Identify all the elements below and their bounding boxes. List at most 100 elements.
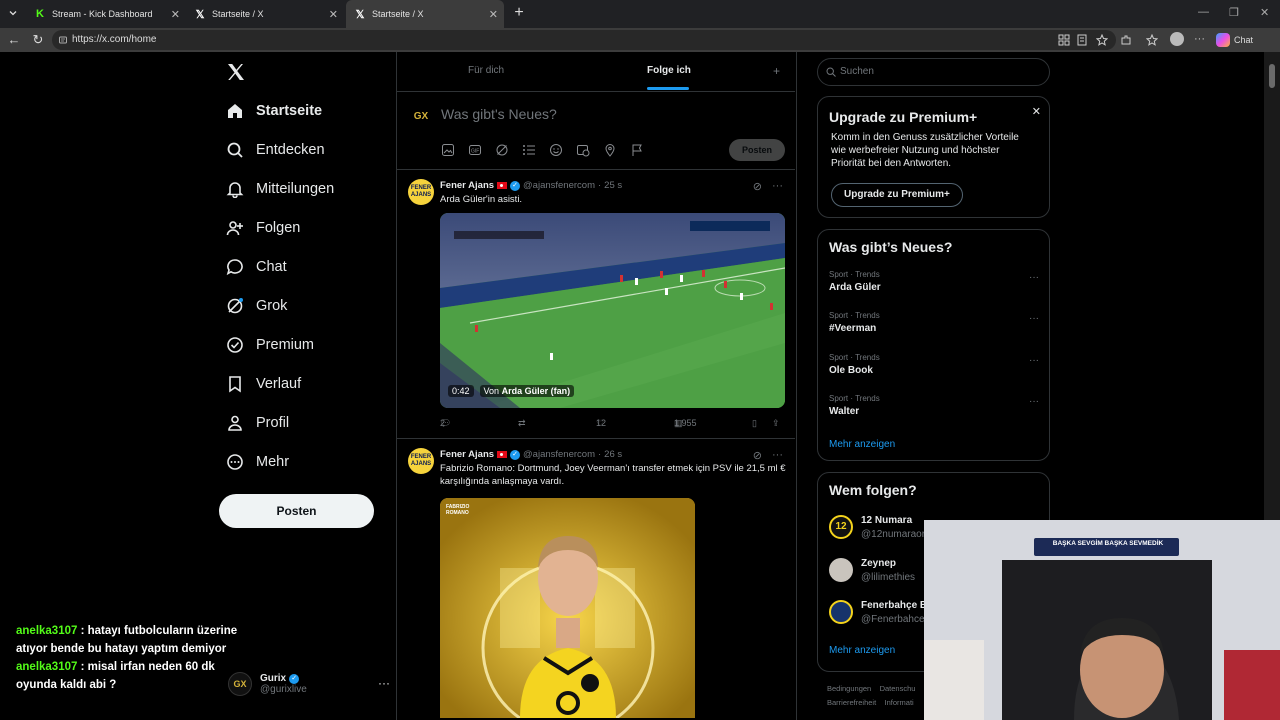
- browser-tab-kick[interactable]: K Stream - Kick Dashboard ✕: [26, 0, 186, 28]
- poll-icon[interactable]: [522, 143, 536, 157]
- emoji-icon[interactable]: [549, 143, 563, 157]
- x-icon: 𝕏: [355, 8, 365, 21]
- nav-item-folgen[interactable]: Folgen: [224, 216, 300, 240]
- trend-item[interactable]: Sport · Trends Ole Book ···: [829, 353, 1039, 376]
- footer-link[interactable]: Bedingungen: [827, 684, 871, 693]
- nav-item-mehr[interactable]: Mehr: [224, 450, 289, 474]
- nav-item-verlauf[interactable]: Verlauf: [224, 372, 301, 396]
- bookmark-icon[interactable]: ▯: [752, 418, 757, 429]
- apps-icon[interactable]: [1058, 34, 1070, 46]
- browser-tab-x-1[interactable]: 𝕏 Startseite / X ✕: [186, 0, 344, 28]
- maximize-icon[interactable]: ❐: [1229, 6, 1239, 19]
- show-more-link[interactable]: Mehr anzeigen: [829, 439, 895, 450]
- more-icon[interactable]: ···: [1029, 272, 1039, 283]
- account-name: Gurix: [260, 673, 287, 684]
- share-icon[interactable]: ⇪: [772, 418, 780, 429]
- footer-link[interactable]: Datenschu: [880, 684, 916, 693]
- tab-folge-ich[interactable]: Folge ich: [647, 52, 691, 92]
- more-icon[interactable]: ···: [772, 449, 783, 462]
- profile-icon: [224, 412, 246, 434]
- grok-icon[interactable]: ⊘: [753, 449, 762, 462]
- scroll-thumb[interactable]: [1269, 64, 1275, 88]
- profile-avatar-icon[interactable]: [1170, 32, 1184, 46]
- minimize-icon[interactable]: —: [1198, 6, 1209, 18]
- x-logo-icon[interactable]: [226, 62, 246, 82]
- close-icon[interactable]: ✕: [489, 8, 498, 21]
- schedule-icon[interactable]: [576, 143, 590, 157]
- compose-box: GX Was gibt's Neues? GIF Posten: [397, 93, 795, 170]
- address-bar[interactable]: https://x.com/home: [52, 30, 1116, 50]
- favorite-star-icon[interactable]: [1096, 34, 1108, 46]
- video-duration: 0:42: [448, 385, 474, 397]
- more-icon[interactable]: ···: [378, 676, 390, 690]
- close-icon[interactable]: ✕: [1032, 105, 1041, 118]
- close-icon[interactable]: ✕: [329, 8, 338, 21]
- grok-icon[interactable]: [495, 143, 509, 157]
- close-icon[interactable]: ✕: [171, 8, 180, 21]
- tweet-image[interactable]: FABRIZIO ROMANO: [440, 498, 695, 718]
- reload-icon[interactable]: ↻: [30, 32, 46, 48]
- nav-item-profil[interactable]: Profil: [224, 411, 289, 435]
- avatar: FENER AJANS: [408, 448, 434, 474]
- tweet-handle[interactable]: @ajansfenercom: [523, 449, 595, 460]
- nav-item-entdecken[interactable]: Entdecken: [224, 138, 325, 162]
- compose-post-button[interactable]: Posten: [729, 139, 785, 161]
- nav-item-startseite[interactable]: Startseite: [224, 99, 322, 123]
- grok-icon[interactable]: ⊘: [753, 180, 762, 193]
- tweet-author[interactable]: Fener Ajans: [440, 180, 494, 191]
- reader-icon[interactable]: [1076, 34, 1088, 46]
- tweet[interactable]: FENER AJANS Fener Ajans ✓ @ajansfenercom …: [397, 171, 795, 439]
- image-icon[interactable]: [441, 143, 455, 157]
- chat-icon: [224, 256, 246, 278]
- nav-item-grok[interactable]: Grok: [224, 294, 287, 318]
- gif-icon[interactable]: GIF: [468, 143, 482, 157]
- nav-item-chat[interactable]: Chat: [224, 255, 287, 279]
- flag-icon[interactable]: [630, 143, 644, 157]
- tab-search-chevron-icon[interactable]: [4, 4, 22, 22]
- tweet-time[interactable]: 26 s: [604, 449, 622, 460]
- more-icon[interactable]: ···: [1029, 313, 1039, 324]
- verified-badge-icon: ✓: [510, 449, 521, 460]
- trend-item[interactable]: Sport · Trends #Veerman ···: [829, 311, 1039, 334]
- new-tab-button[interactable]: +: [510, 4, 528, 22]
- video-attribution[interactable]: Von Arda Güler (fan): [479, 385, 575, 397]
- football-pitch-image: [440, 213, 785, 408]
- footer-link[interactable]: Informati: [885, 698, 914, 707]
- tweet[interactable]: FENER AJANS Fener Ajans ✓ @ajansfenercom …: [397, 440, 795, 720]
- settings-more-icon[interactable]: ···: [1194, 34, 1206, 46]
- copilot-chat-button[interactable]: Chat: [1216, 32, 1253, 48]
- browser-toolbar: ← ↻ https://x.com/home ··· Chat: [0, 28, 1280, 52]
- extensions-icon[interactable]: [1120, 34, 1132, 46]
- compose-input[interactable]: Was gibt's Neues?: [441, 106, 557, 122]
- tab-fuer-dich[interactable]: Für dich: [468, 52, 504, 92]
- account-switcher[interactable]: GX Gurix ✓ @gurixlive ···: [228, 666, 396, 702]
- tweet-time[interactable]: 25 s: [604, 180, 622, 191]
- tweet-video[interactable]: 0:42 Von Arda Güler (fan): [440, 213, 785, 408]
- more-icon[interactable]: ···: [772, 180, 783, 193]
- more-icon[interactable]: ···: [1029, 355, 1039, 366]
- trend-item[interactable]: Sport · Trends Arda Güler ···: [829, 270, 1039, 293]
- nav-item-premium[interactable]: Premium: [224, 333, 314, 357]
- post-button[interactable]: Posten: [219, 494, 374, 528]
- trend-item[interactable]: Sport · Trends Walter ···: [829, 394, 1039, 417]
- add-tab-icon[interactable]: +: [773, 64, 780, 78]
- tweet-handle[interactable]: @ajansfenercom: [523, 180, 595, 191]
- tweet-text: Arda Güler'in asisti.: [440, 194, 523, 205]
- back-icon[interactable]: ←: [6, 32, 22, 48]
- window-close-icon[interactable]: ✕: [1260, 6, 1269, 19]
- avatar: 12: [829, 515, 853, 539]
- upgrade-button[interactable]: Upgrade zu Premium+: [831, 183, 963, 207]
- browser-tab-x-2[interactable]: 𝕏 Startseite / X ✕: [346, 0, 504, 28]
- show-more-link[interactable]: Mehr anzeigen: [829, 645, 895, 656]
- nav-label: Profil: [256, 415, 290, 431]
- site-info-icon[interactable]: [58, 35, 68, 45]
- nav-label: Verlauf: [256, 376, 302, 392]
- location-icon[interactable]: [603, 143, 617, 157]
- more-icon[interactable]: ···: [1029, 396, 1039, 407]
- favorites-icon[interactable]: [1146, 34, 1158, 46]
- footer-link[interactable]: Barrierefreiheit: [827, 698, 876, 707]
- tweet-author[interactable]: Fener Ajans: [440, 449, 494, 460]
- nav-item-mitteilungen[interactable]: Mitteilungen: [224, 177, 334, 201]
- search-icon: [224, 139, 246, 161]
- search-input[interactable]: Suchen: [817, 58, 1050, 86]
